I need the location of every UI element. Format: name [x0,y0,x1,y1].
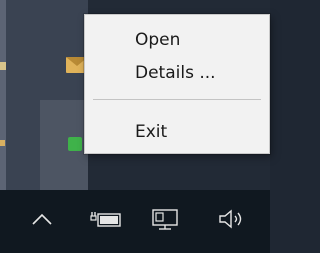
menu-item-label: Details ... [135,63,216,83]
menu-item-exit[interactable]: Exit [85,117,269,147]
menu-item-open[interactable]: Open [85,25,269,55]
tray-edge-strip [0,0,6,190]
menu-item-details[interactable]: Details ... [85,58,269,88]
menu-item-label: Exit [135,122,168,142]
menu-separator [93,99,261,100]
battery-icon[interactable] [88,205,124,233]
partial-tray-icon [0,62,6,70]
volume-icon[interactable] [212,205,252,233]
chevron-up-icon[interactable] [28,205,56,233]
menu-item-label: Open [135,30,181,50]
app-tray-icon[interactable] [68,137,82,151]
partial-tray-icon [0,140,5,146]
context-menu: Open Details ... Exit [84,14,270,154]
network-icon[interactable] [148,205,184,233]
